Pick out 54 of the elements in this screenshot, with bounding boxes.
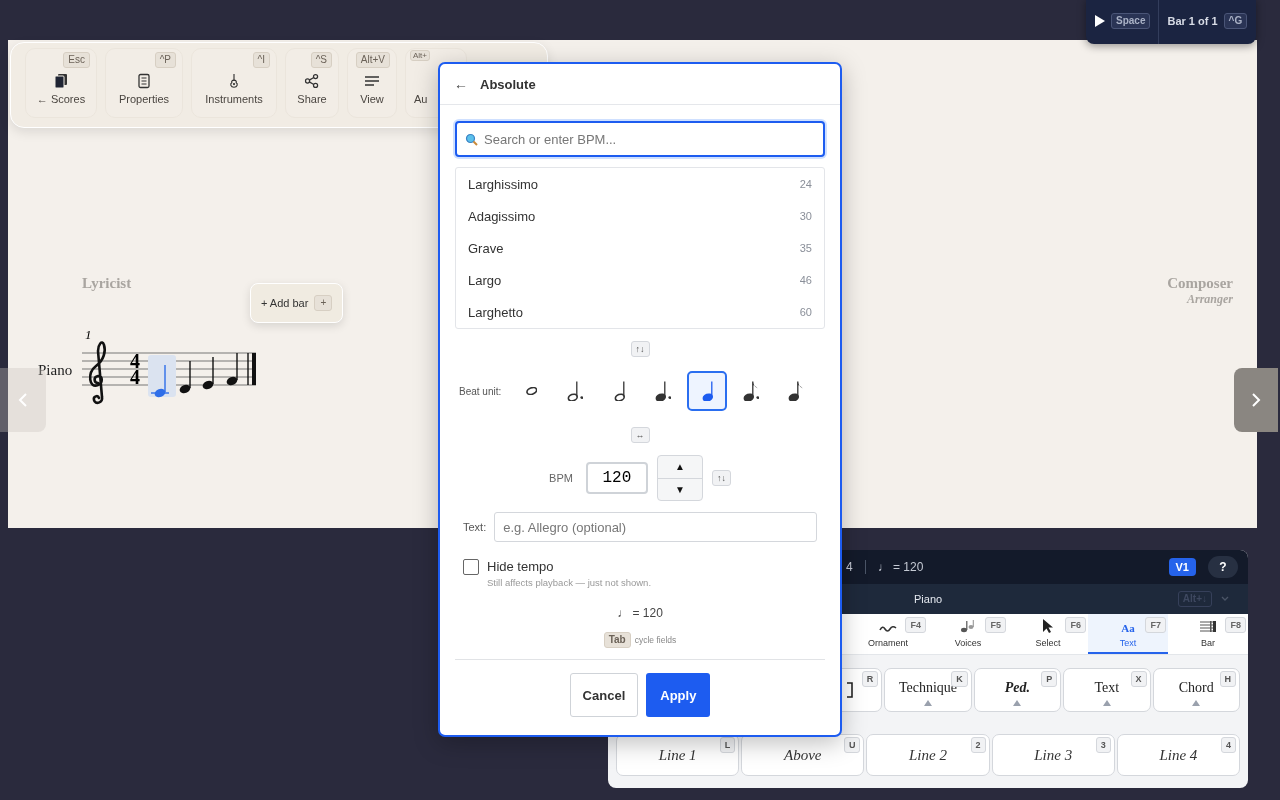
hint-text: cycle fields — [634, 635, 677, 645]
text-style-icon: Aa — [1121, 622, 1135, 634]
shortcut-key: Alt+ — [410, 50, 430, 61]
toolbar-label: ← Scores — [36, 93, 86, 105]
shortcut-key: X — [1130, 671, 1147, 687]
shortcut-key: F4 — [905, 617, 926, 633]
tempo-status: ♩ = 120 — [877, 560, 924, 574]
beat-unit-label: Beat unit: — [459, 385, 502, 397]
instrument-name: Piano — [914, 593, 944, 605]
checkbox-label: Hide tempo — [487, 559, 555, 574]
bpm-label: BPM — [549, 472, 573, 484]
composer-label: Composer — [1167, 275, 1233, 292]
shortcut-key: L — [719, 737, 736, 753]
shortcut-key: ↑↓ — [711, 470, 731, 486]
lyricist-label: Lyricist — [82, 275, 132, 293]
shortcut-key: F7 — [1145, 617, 1166, 633]
hint-text: Still affects playback — just not shown. — [487, 577, 652, 588]
shortcut-key: Space — [1111, 13, 1151, 29]
shortcut-key: Alt+V — [355, 52, 390, 68]
shortcut-key: F5 — [985, 617, 1006, 633]
tempo-preview: ♩ = 120 — [617, 606, 663, 620]
toolbar-label: View — [360, 93, 384, 105]
shortcut-key: ↑↓ — [630, 341, 650, 357]
shortcut-key: ^S — [310, 52, 332, 68]
shortcut-key: P — [1041, 671, 1058, 687]
arranger-label: Arranger — [1187, 292, 1233, 307]
pedal-mark: Ped. — [1004, 679, 1031, 696]
toolbar-label: Au — [414, 93, 428, 105]
shortcut-key: ^G — [1223, 13, 1248, 29]
shortcut-key: F8 — [1225, 617, 1246, 633]
shortcut-key: R — [861, 671, 879, 687]
instrument-name: Piano — [38, 361, 74, 379]
button-label: Text — [1094, 679, 1120, 696]
toolbar-label: Instruments — [205, 93, 263, 105]
shortcut-key: ^I — [252, 52, 270, 68]
time-signature-status: 4 — [846, 560, 853, 574]
toolbar-label: Share — [297, 93, 327, 105]
bar-number: 1 — [85, 327, 92, 342]
shortcut-key: 2 — [970, 737, 986, 753]
button-label: Chord — [1178, 679, 1214, 696]
shortcut-key: ↔ — [630, 427, 650, 443]
shortcut-key: 3 — [1095, 737, 1111, 753]
text-label: Text: — [463, 521, 487, 533]
shortcut-key: ^P — [154, 52, 176, 68]
shortcut-key: Tab — [603, 632, 631, 648]
shortcut-key: F6 — [1065, 617, 1086, 633]
shortcut-key: K — [951, 671, 968, 687]
dialog-title: Absolute — [480, 76, 536, 92]
shortcut-key: U — [843, 737, 861, 753]
shortcut-key: 4 — [1220, 737, 1236, 753]
shortcut-key: H — [1219, 671, 1236, 687]
shortcut-key: + — [314, 295, 333, 311]
shortcut-key: Esc — [63, 52, 90, 68]
toolbar-label: Properties — [118, 93, 170, 105]
